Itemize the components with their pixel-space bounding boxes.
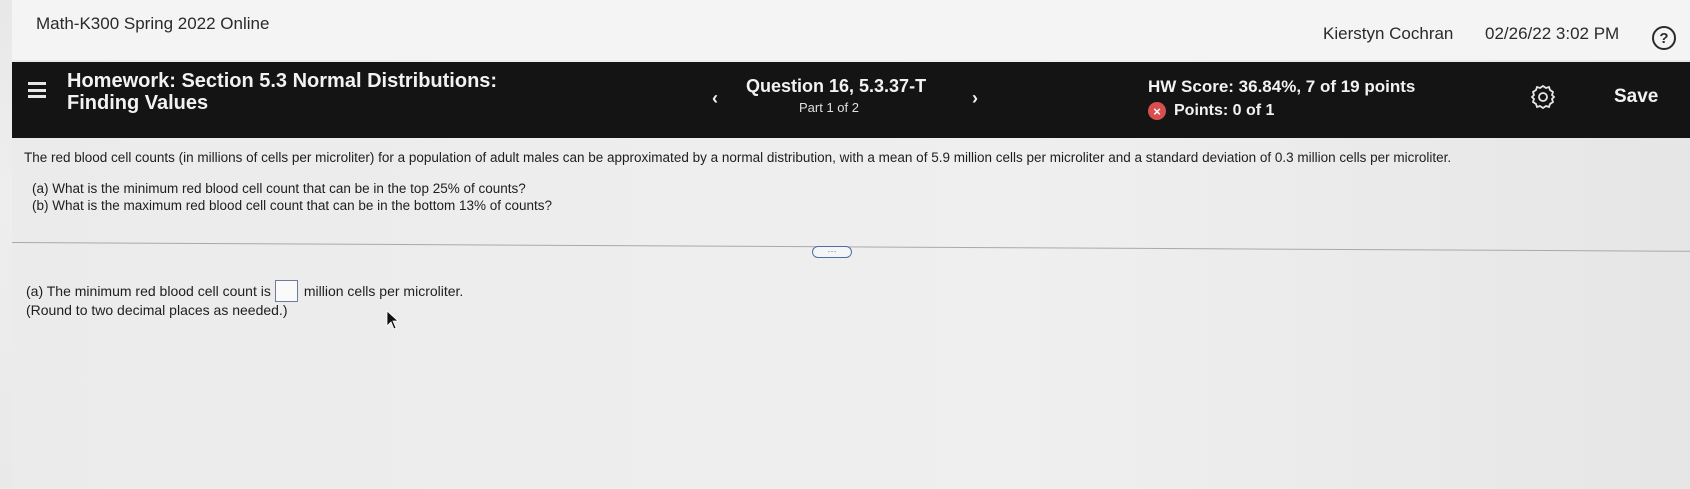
help-icon[interactable]: ? (1652, 26, 1676, 50)
user-name: Kierstyn Cochran (1323, 24, 1454, 43)
homework-header: Homework: Section 5.3 Normal Distributio… (12, 62, 1690, 138)
answer-suffix: million cells per microliter. (303, 283, 464, 299)
expand-handle[interactable]: ··· (812, 246, 852, 258)
answer-line: (a) The minimum red blood cell count is … (26, 280, 463, 302)
course-title: Math-K300 Spring 2022 Online (36, 14, 270, 33)
question-label[interactable]: Question 16, 5.3.37-T (746, 76, 926, 97)
datetime: 02/26/22 3:02 PM (1485, 24, 1620, 43)
course-topbar: Math-K300 Spring 2022 Online Kierstyn Co… (12, 0, 1690, 60)
problem-statement: The red blood cell counts (in millions o… (24, 150, 1452, 165)
answer-input[interactable] (274, 280, 298, 302)
browser-window: Math-K300 Spring 2022 Online Kierstyn Co… (11, 0, 1690, 489)
homework-subtitle: Finding Values (67, 92, 209, 114)
part-label: Part 1 of 2 (799, 100, 859, 115)
save-button[interactable]: Save (1614, 86, 1658, 108)
homework-title: Homework: Section 5.3 Normal Distributio… (67, 70, 498, 92)
answer-prefix: (a) The minimum red blood cell count is (26, 283, 271, 299)
points-status: × Points: 0 of 1 (1148, 102, 1274, 120)
question-part-b: (b) What is the maximum red blood cell c… (32, 198, 553, 213)
hamburger-menu-icon[interactable] (28, 82, 46, 98)
gear-icon[interactable] (1530, 84, 1556, 110)
next-question-icon[interactable]: › (972, 88, 978, 109)
hw-score: HW Score: 36.84%, 7 of 19 points (1148, 77, 1416, 96)
question-part-a: (a) What is the minimum red blood cell c… (32, 181, 526, 196)
points-text: Points: 0 of 1 (1174, 102, 1275, 119)
previous-question-icon[interactable]: ‹ (712, 88, 718, 109)
rounding-note: (Round to two decimal places as needed.) (26, 302, 288, 318)
photo-frame: Math-K300 Spring 2022 Online Kierstyn Co… (0, 0, 1690, 489)
mouse-cursor-icon (386, 310, 400, 330)
x-circle-icon: × (1148, 102, 1166, 120)
